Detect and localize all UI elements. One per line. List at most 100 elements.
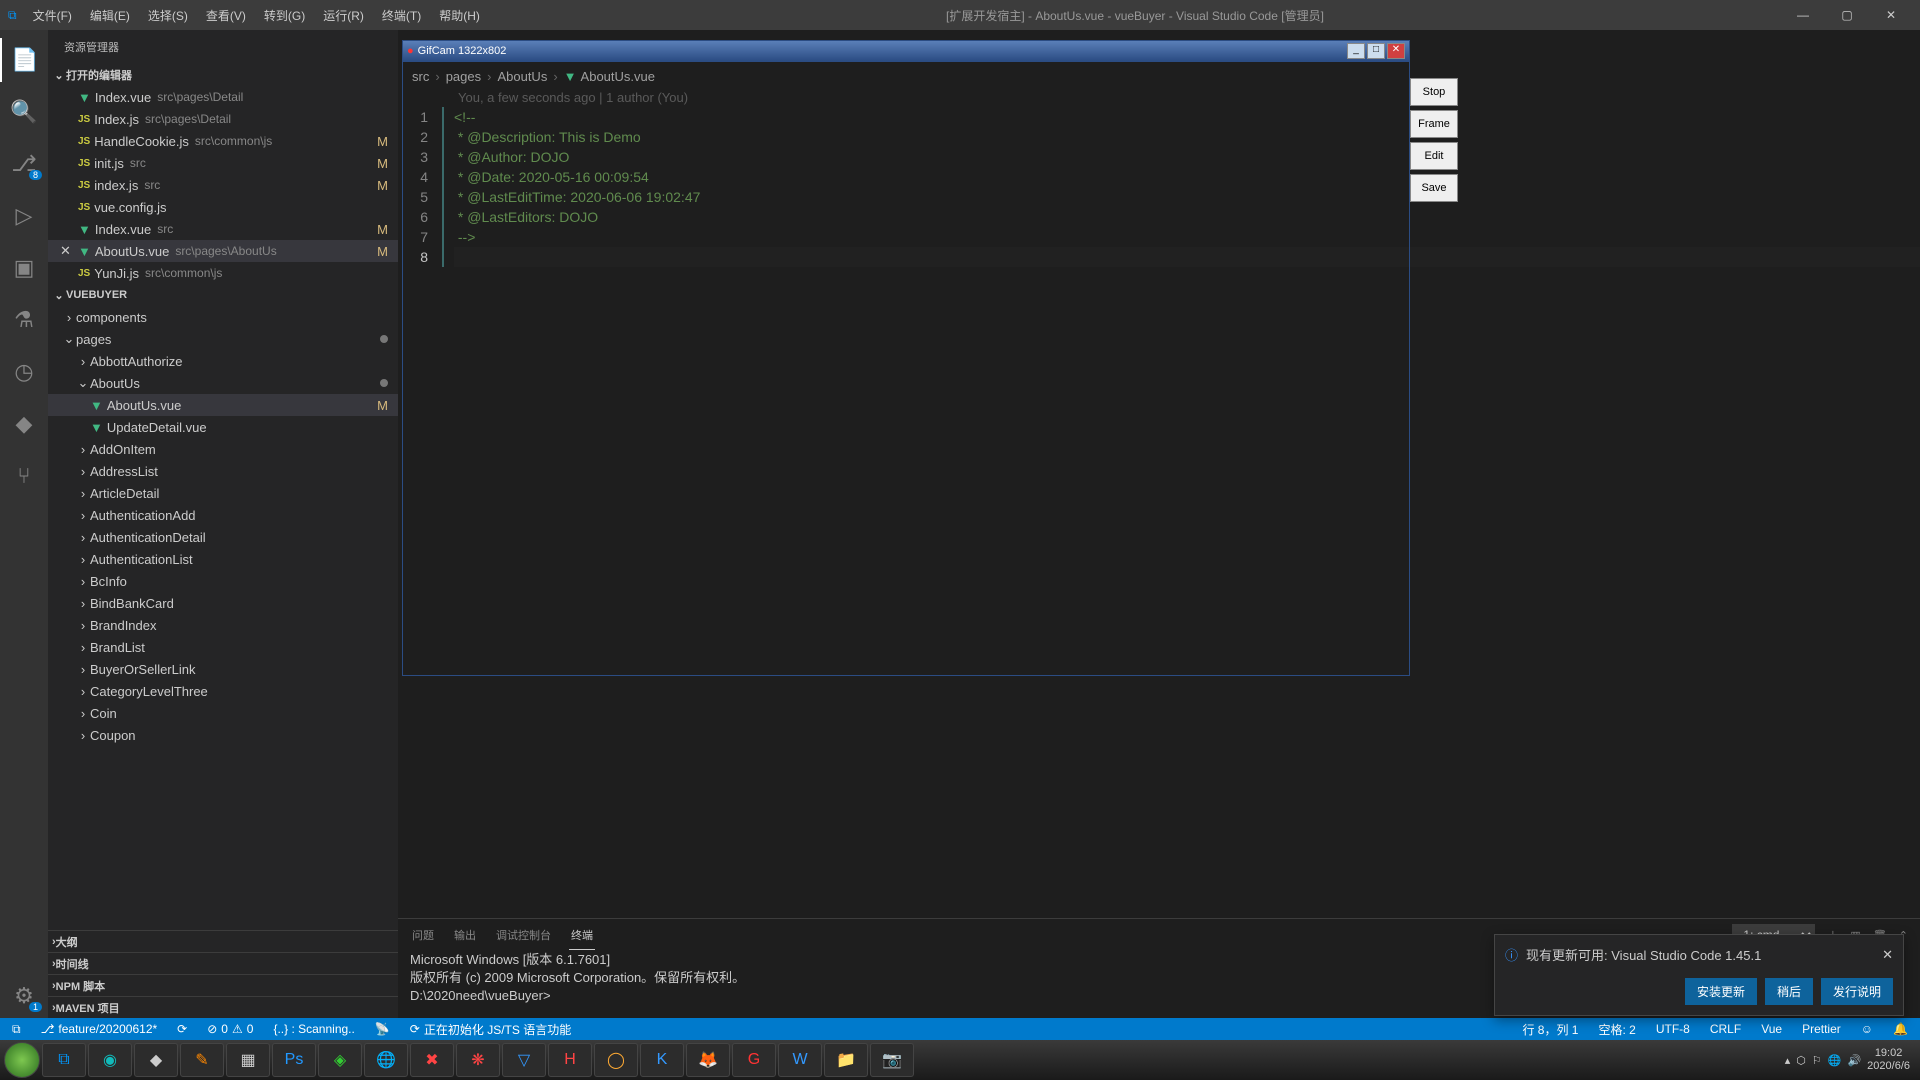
breadcrumb-segment[interactable]: src <box>412 69 429 84</box>
taskbar-app-5[interactable]: ◈ <box>318 1043 362 1077</box>
breadcrumb-segment[interactable]: pages <box>446 69 481 84</box>
folder-item[interactable]: ›BrandList <box>48 636 398 658</box>
folder-item[interactable]: ⌄pages <box>48 328 398 350</box>
git-pr-icon[interactable]: ⑂ <box>0 454 48 498</box>
scanning-status[interactable]: {..} : Scanning.. <box>269 1022 358 1036</box>
extensions-icon[interactable]: ▣ <box>0 246 48 290</box>
compass-icon[interactable]: ◷ <box>0 350 48 394</box>
folder-item[interactable]: ›AddressList <box>48 460 398 482</box>
toast-action-button[interactable]: 发行说明 <box>1821 978 1893 1005</box>
tray-volume-icon[interactable]: 🔊 <box>1847 1054 1861 1067</box>
problems-status[interactable]: ⊘ 0 ⚠ 0 <box>203 1022 257 1036</box>
file-item[interactable]: ▼UpdateDetail.vue <box>48 416 398 438</box>
test-icon[interactable]: ⚗ <box>0 298 48 342</box>
menu-item[interactable]: 查看(V) <box>198 3 254 28</box>
taskbar-app-6[interactable]: ✖ <box>410 1043 454 1077</box>
code-content[interactable]: <!-- * @Description: This is Demo * @Aut… <box>444 107 1920 267</box>
broadcast-icon[interactable]: 📡 <box>371 1022 394 1036</box>
folder-item[interactable]: ›BrandIndex <box>48 614 398 636</box>
project-header[interactable]: ⌄VUEBUYER <box>48 284 398 306</box>
folder-item[interactable]: ›AuthenticationDetail <box>48 526 398 548</box>
taskbar-explorer[interactable]: 📁 <box>824 1043 868 1077</box>
open-editor-item[interactable]: ✕JSindex.jssrcM <box>48 174 398 196</box>
taskbar-app-11[interactable]: K <box>640 1043 684 1077</box>
menu-item[interactable]: 选择(S) <box>140 3 196 28</box>
gifcam-titlebar[interactable]: ● GifCam 1322x802 _ □ ✕ <box>402 40 1410 62</box>
toast-action-button[interactable]: 稍后 <box>1765 978 1813 1005</box>
menu-item[interactable]: 终端(T) <box>374 3 429 28</box>
settings-gear-icon[interactable]: ⚙1 <box>0 974 48 1018</box>
folder-item[interactable]: ›BindBankCard <box>48 592 398 614</box>
open-editor-item[interactable]: ✕JSvue.config.js <box>48 196 398 218</box>
folder-item[interactable]: ›AbbottAuthorize <box>48 350 398 372</box>
taskbar-app-12[interactable]: G <box>732 1043 776 1077</box>
folder-item[interactable]: ›AddOnItem <box>48 438 398 460</box>
file-item[interactable]: ▼AboutUs.vueM <box>48 394 398 416</box>
folder-item[interactable]: ⌄AboutUs <box>48 372 398 394</box>
start-button[interactable] <box>4 1042 40 1078</box>
open-editors-header[interactable]: ⌄打开的编辑器 <box>48 64 398 86</box>
toast-action-button[interactable]: 安装更新 <box>1685 978 1757 1005</box>
open-editor-item[interactable]: ✕▼Index.vuesrc\pages\Detail <box>48 86 398 108</box>
minimize-button[interactable]: ― <box>1782 4 1824 26</box>
open-editor-item[interactable]: ✕JSHandleCookie.jssrc\common\jsM <box>48 130 398 152</box>
open-editor-item[interactable]: ✕▼Index.vuesrcM <box>48 218 398 240</box>
panel-tab[interactable]: 问题 <box>410 921 436 950</box>
menu-item[interactable]: 文件(F) <box>25 3 80 28</box>
tray-icon[interactable]: ⚐ <box>1812 1054 1822 1067</box>
status-item[interactable]: UTF-8 <box>1652 1022 1694 1036</box>
search-icon[interactable]: 🔍 <box>0 90 48 134</box>
folder-item[interactable]: ›BcInfo <box>48 570 398 592</box>
taskbar-chrome[interactable]: 🌐 <box>364 1043 408 1077</box>
tray-network-icon[interactable]: 🌐 <box>1828 1054 1842 1067</box>
close-editor-icon[interactable]: ✕ <box>60 243 76 259</box>
taskbar-app-4[interactable]: ▦ <box>226 1043 270 1077</box>
taskbar-firefox[interactable]: 🦊 <box>686 1043 730 1077</box>
status-icon[interactable]: ☺ <box>1857 1022 1877 1036</box>
breadcrumb-segment[interactable]: AboutUs <box>497 69 547 84</box>
panel-tab[interactable]: 输出 <box>452 921 478 950</box>
status-item[interactable]: Vue <box>1757 1022 1786 1036</box>
sidebar-section-header[interactable]: › NPM 脚本 <box>48 974 398 996</box>
panel-tab[interactable]: 终端 <box>569 921 595 950</box>
folder-item[interactable]: ›ArticleDetail <box>48 482 398 504</box>
sidebar-section-header[interactable]: › 时间线 <box>48 952 398 974</box>
taskbar-app-13[interactable]: W <box>778 1043 822 1077</box>
run-debug-icon[interactable]: ▷ <box>0 194 48 238</box>
taskbar-photoshop[interactable]: Ps <box>272 1043 316 1077</box>
maximize-button[interactable]: ▢ <box>1826 4 1868 26</box>
breadcrumb-segment[interactable]: ▼AboutUs.vue <box>564 69 655 84</box>
taskbar-app-10[interactable]: ◯ <box>594 1043 638 1077</box>
folder-item[interactable]: ›AuthenticationList <box>48 548 398 570</box>
gifcam-close-button[interactable]: ✕ <box>1387 43 1405 59</box>
gifcam-max-button[interactable]: □ <box>1367 43 1385 59</box>
taskbar-gifcam[interactable]: 📷 <box>870 1043 914 1077</box>
close-button[interactable]: ✕ <box>1870 4 1912 26</box>
menu-item[interactable]: 运行(R) <box>315 3 372 28</box>
taskbar-clock[interactable]: 19:022020/6/6 <box>1867 1047 1910 1073</box>
taskbar-app-9[interactable]: H <box>548 1043 592 1077</box>
tray-icon[interactable]: ▴ <box>1785 1054 1791 1067</box>
diamond-icon[interactable]: ◆ <box>0 402 48 446</box>
source-control-icon[interactable]: ⎇8 <box>0 142 48 186</box>
open-editor-item[interactable]: ✕JSinit.jssrcM <box>48 152 398 174</box>
gifcam-stop-button[interactable]: Stop <box>1410 78 1458 106</box>
taskbar-app-8[interactable]: ▽ <box>502 1043 546 1077</box>
system-tray[interactable]: ▴ ⬡ ⚐ 🌐 🔊 19:022020/6/6 <box>1785 1047 1916 1073</box>
folder-item[interactable]: ›AuthenticationAdd <box>48 504 398 526</box>
gifcam-edit-button[interactable]: Edit <box>1410 142 1458 170</box>
folder-item[interactable]: ›components <box>48 306 398 328</box>
branch-status[interactable]: ⎇ feature/20200612* <box>37 1022 162 1036</box>
folder-item[interactable]: ›Coin <box>48 702 398 724</box>
status-item[interactable]: CRLF <box>1706 1022 1745 1036</box>
open-editor-item[interactable]: ✕JSYunJi.jssrc\common\js <box>48 262 398 284</box>
taskbar-app-2[interactable]: ◆ <box>134 1043 178 1077</box>
gifcam-min-button[interactable]: _ <box>1347 43 1365 59</box>
taskbar-app-7[interactable]: ❋ <box>456 1043 500 1077</box>
status-icon[interactable]: 🔔 <box>1889 1022 1912 1036</box>
open-editor-item[interactable]: ✕JSIndex.jssrc\pages\Detail <box>48 108 398 130</box>
taskbar-app-3[interactable]: ✎ <box>180 1043 224 1077</box>
status-item[interactable]: 行 8，列 1 <box>1518 1021 1582 1038</box>
gifcam-frame-button[interactable]: Frame <box>1410 110 1458 138</box>
remote-icon[interactable]: ⧉ <box>8 1022 25 1037</box>
